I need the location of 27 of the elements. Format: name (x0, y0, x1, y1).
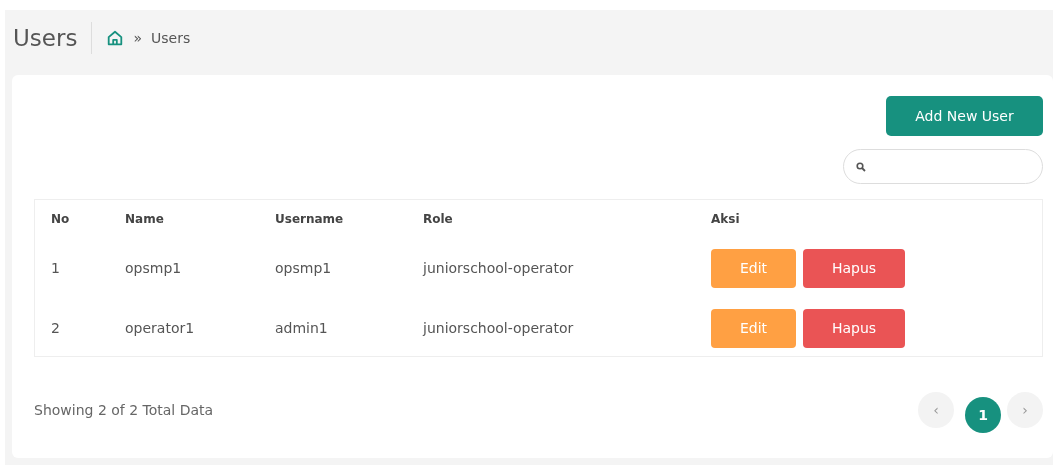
search-icon (856, 161, 866, 172)
table-cell-text: 2 (50, 320, 61, 336)
page-title: Users (13, 24, 78, 51)
column-header: Name (125, 212, 165, 226)
previous-page-button[interactable]: ‹ (918, 392, 954, 428)
table-cell-text: 1 (50, 260, 61, 276)
breadcrumb-item[interactable]: Users (151, 29, 191, 46)
page-button[interactable]: 1 (965, 397, 1001, 433)
next-page-button[interactable]: › (1007, 392, 1043, 428)
table-cell-text: opsmp1 (275, 260, 333, 276)
column-header: Username (275, 212, 345, 226)
column-header: No (50, 212, 71, 226)
column-header: Aksi (711, 212, 740, 226)
home-icon[interactable] (106, 28, 125, 47)
breadcrumb-separator: » (133, 29, 142, 46)
edit-button[interactable]: Edit (711, 248, 796, 288)
column-header: Role (423, 212, 454, 226)
table-cell-text: juniorschool-operator (423, 320, 575, 336)
data-count: Showing 2 of 2 Total Data (34, 402, 214, 418)
add-user-button[interactable]: Add New User (886, 96, 1043, 136)
table-cell-text: opsmp1 (125, 260, 183, 276)
edit-button[interactable]: Edit (711, 308, 796, 348)
table-cell-text: juniorschool-operator (423, 260, 575, 276)
delete-button[interactable]: Hapus (803, 308, 905, 348)
table-cell-text: operator1 (125, 320, 196, 336)
table-cell-text: admin1 (275, 320, 329, 336)
delete-button[interactable]: Hapus (803, 248, 905, 288)
